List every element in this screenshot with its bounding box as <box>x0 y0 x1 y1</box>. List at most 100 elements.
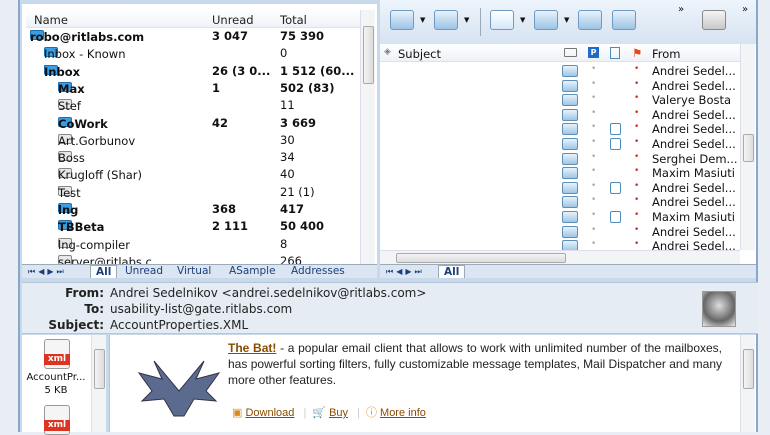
folder-name: Inbox - Known <box>44 47 126 62</box>
tab-unread[interactable]: Unread <box>120 265 168 277</box>
download-link[interactable]: Download <box>245 407 294 419</box>
priority-dot: • <box>591 137 597 147</box>
priority-dot: • <box>591 93 597 104</box>
to-value[interactable]: usability-list@gate.ritlabs.com <box>110 302 292 316</box>
flag-dot[interactable]: • <box>634 166 639 176</box>
from-value[interactable]: Andrei Sedelnikov <andrei.sedelnikov@rit… <box>110 286 426 300</box>
envelope-icon <box>562 225 578 238</box>
flag-dot[interactable]: • <box>634 108 639 118</box>
folder-scrollbar[interactable] <box>360 10 375 264</box>
subject-label: Subject: <box>48 318 104 332</box>
flag-dot[interactable]: • <box>634 152 639 162</box>
folder-item[interactable]: CoWork 42 3 669 <box>26 115 366 132</box>
flag-dot[interactable]: • <box>634 64 639 74</box>
tab-all[interactable]: All <box>90 265 118 278</box>
message-row[interactable]: −Re: Evaluation Of Contr... • • Valerye … <box>380 93 740 108</box>
toolbar-overflow[interactable]: » <box>678 4 684 15</box>
priority-dot: • <box>591 180 597 191</box>
message-from: Andrei Sedel... <box>652 78 736 93</box>
flag-dot[interactable]: • <box>634 181 639 191</box>
the-bat-link[interactable]: The Bat! <box>228 341 276 355</box>
flag-dot[interactable]: • <box>634 79 639 89</box>
folder-item[interactable]: Boss 34 <box>26 149 366 166</box>
folder-item[interactable]: +Test 21 (1) <box>26 184 366 201</box>
tab-addresses[interactable]: Addresses <box>286 265 350 277</box>
folder-tree-header: Name Unread Total <box>26 10 366 28</box>
download-icon: ▣ <box>232 407 243 419</box>
buy-link[interactable]: Buy <box>329 407 348 419</box>
folder-item[interactable]: Inbox - Known 0 <box>26 45 366 62</box>
message-row[interactable]: +Feature.MessageList • • Andrei Sedel... <box>380 122 740 137</box>
address-book-button[interactable] <box>702 10 726 30</box>
flag-dot[interactable]: • <box>634 93 639 103</box>
tab-asample[interactable]: ASample <box>224 265 281 277</box>
xml-file-icon[interactable]: xml <box>44 339 70 369</box>
folder-item[interactable]: lng-compiler 8 <box>26 236 366 253</box>
priority-dot: • <box>591 107 597 118</box>
message-from: Andrei Sedel... <box>652 224 736 239</box>
tab-nav-arrows[interactable]: ⏮◀▶⏭ <box>386 267 425 277</box>
folder-name: CoWork <box>58 116 108 131</box>
message-scrollbar[interactable] <box>740 44 755 250</box>
message-row[interactable]: +development directions • • Andrei Sedel… <box>380 64 740 79</box>
folder-total: 3 669 <box>280 115 317 130</box>
message-row[interactable]: +Fwd: Re: Re[6]: test • • Maxim Masiuti <box>380 210 740 225</box>
column-total[interactable]: Total <box>280 13 307 27</box>
folder-item[interactable]: Art.Gorbunov 30 <box>26 132 366 149</box>
priority-dot: • <box>591 224 597 235</box>
column-subject[interactable]: Subject <box>398 47 441 61</box>
flag-dot[interactable]: • <box>634 225 639 235</box>
priority-column-icon[interactable]: P <box>588 47 599 58</box>
toolbar-overflow-2[interactable]: » <box>742 4 748 15</box>
reply-button[interactable] <box>534 10 558 30</box>
get-mail-button[interactable] <box>390 10 414 30</box>
message-row[interactable]: Feature.MessageView • • Andrei Sedel... <box>380 137 740 152</box>
folder-item[interactable]: lng 368 417 <box>26 201 366 218</box>
send-queued-button[interactable] <box>434 10 458 30</box>
read-status-column-icon[interactable] <box>564 48 577 57</box>
attachment-name[interactable]: AccountPr... <box>22 372 90 383</box>
folder-item[interactable]: −robo@ritlabs.com 3 047 75 390 <box>26 28 366 45</box>
column-from[interactable]: From <box>652 47 681 61</box>
new-message-button[interactable] <box>490 10 514 30</box>
more-info-link[interactable]: More info <box>380 407 426 419</box>
tab-virtual[interactable]: Virtual <box>172 265 216 277</box>
message-row[interactable]: +Fw: Rules: UC 1.3 Create ... • • Andrei… <box>380 195 740 210</box>
column-unread[interactable]: Unread <box>212 13 254 27</box>
forward-button[interactable] <box>612 10 636 30</box>
folder-total: 50 400 <box>280 219 325 234</box>
folder-name: Stef <box>58 99 81 114</box>
body-scrollbar[interactable] <box>740 335 755 432</box>
flag-dot[interactable]: • <box>634 122 639 132</box>
message-row[interactable]: +Fw: Resizing Conditions a... • • Andrei… <box>380 181 740 196</box>
folder-item[interactable]: TBBeta 2 111 50 400 <box>26 218 366 235</box>
column-name[interactable]: Name <box>34 13 68 27</box>
message-row[interactable]: +filters • • Serghei Dem... <box>380 152 740 167</box>
folder-unread: 2 111 <box>212 219 249 234</box>
attachments-scrollbar[interactable] <box>91 335 106 432</box>
envelope-icon <box>562 94 578 107</box>
message-hscrollbar[interactable] <box>380 250 740 264</box>
tab-nav-arrows[interactable]: ⏮◀▶⏭ <box>28 267 67 277</box>
tab-all[interactable]: All <box>438 265 466 278</box>
message-row[interactable]: +icons in TheBat • • Andrei Sedel... <box>380 225 740 240</box>
message-header: From: Andrei Sedelnikov <andrei.sedelnik… <box>22 282 758 334</box>
folder-item[interactable]: Stef 11 <box>26 97 366 114</box>
flag-dot[interactable]: • <box>634 210 639 220</box>
from-label: From: <box>65 286 104 300</box>
flag-dot[interactable]: • <box>634 195 639 205</box>
message-row[interactable]: Re: Evaluation Of Co... • • Andrei Sedel… <box>380 108 740 123</box>
xml-file-icon[interactable]: xml <box>44 405 70 435</box>
attachment-icon <box>610 181 621 194</box>
flag-dot[interactable]: • <box>634 137 639 147</box>
message-row[interactable]: −Evaluation Of Control from... • • Andre… <box>380 79 740 94</box>
folder-item[interactable]: −Inbox 26 (3 0... 1 512 (60... <box>26 63 366 80</box>
flag-column-icon[interactable]: ⚑ <box>632 46 642 60</box>
reply-all-button[interactable] <box>578 10 602 30</box>
folder-item[interactable]: +Max 1 502 (83) <box>26 80 366 97</box>
priority-dot: • <box>591 122 597 133</box>
attachment-column-icon[interactable] <box>610 47 620 59</box>
flag-dot[interactable]: • <box>634 239 639 249</box>
folder-item[interactable]: Krugloff (Shar) 40 <box>26 166 366 183</box>
message-row[interactable]: Forms • • Maxim Masiuti <box>380 166 740 181</box>
